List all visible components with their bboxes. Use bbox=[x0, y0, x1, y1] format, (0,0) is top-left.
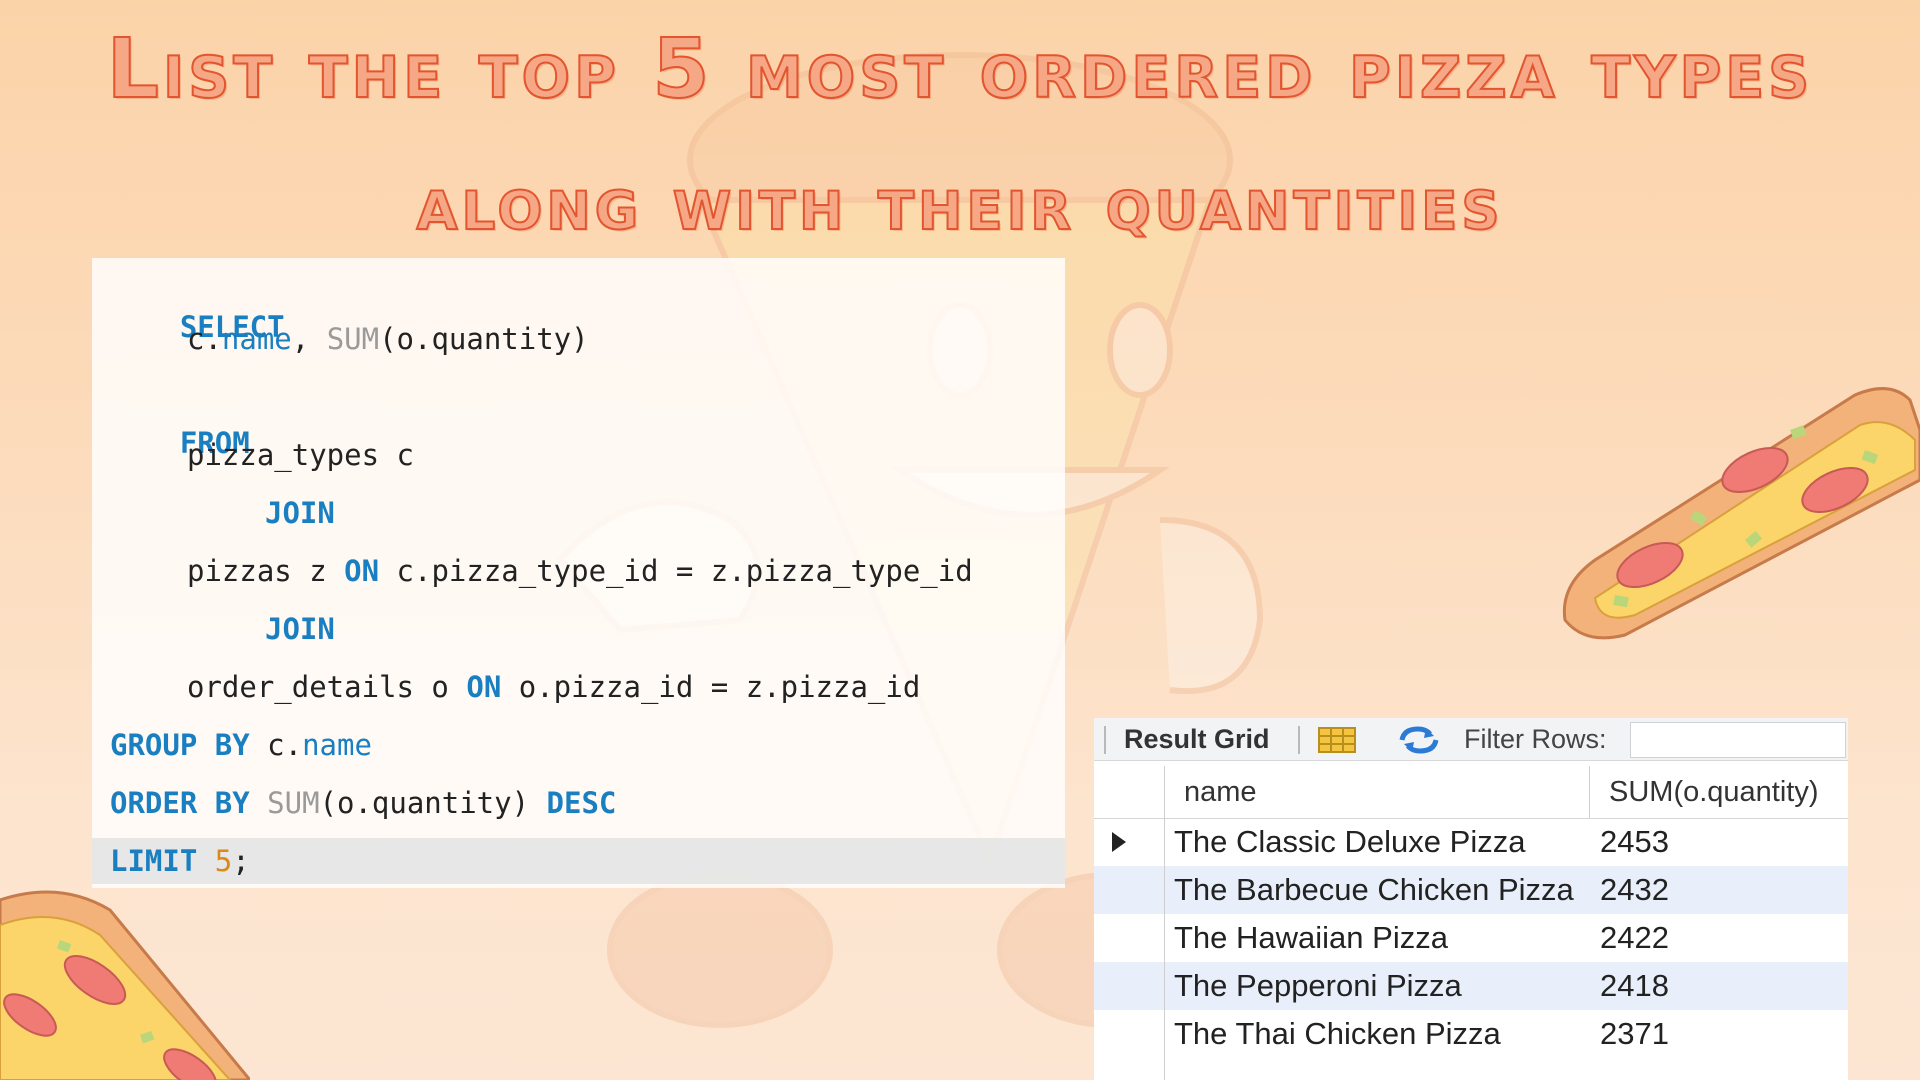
cell-name[interactable]: The Pepperoni Pizza bbox=[1174, 962, 1462, 1010]
code-line-order-by: ORDER BY SUM(o.quantity) DESC bbox=[92, 780, 1065, 826]
keyword-join: JOIN bbox=[265, 496, 335, 530]
code-text: o.pizza_id = z.pizza_id bbox=[501, 670, 921, 704]
cell-name[interactable]: The Barbecue Chicken Pizza bbox=[1174, 866, 1574, 914]
keyword-on: ON bbox=[466, 670, 502, 704]
code-text: c. bbox=[187, 322, 222, 356]
code-text: order_details o bbox=[187, 670, 467, 704]
result-grid-header: name SUM(o.quantity) bbox=[1094, 766, 1848, 819]
grid-icon[interactable] bbox=[1318, 727, 1356, 753]
code-column: name bbox=[302, 728, 372, 762]
keyword-order-by: ORDER BY bbox=[110, 786, 250, 820]
code-line-from: FROM bbox=[92, 374, 1065, 460]
code-line-table: pizza_types c bbox=[92, 432, 1065, 478]
keyword-join: JOIN bbox=[265, 612, 335, 646]
code-line-pizzas: pizzas z ON c.pizza_type_id = z.pizza_ty… bbox=[92, 548, 1065, 594]
code-column: name bbox=[221, 322, 292, 356]
code-number: 5 bbox=[214, 844, 233, 878]
cell-sum[interactable]: 2418 bbox=[1600, 962, 1669, 1010]
toolbar-separator bbox=[1104, 726, 1106, 754]
code-text: (o.quantity) bbox=[379, 322, 589, 356]
toolbar-separator bbox=[1298, 726, 1300, 754]
pizza-slice-icon bbox=[0, 890, 250, 1080]
code-line-columns: c.name, SUM(o.quantity) bbox=[92, 316, 1065, 362]
code-text: c. bbox=[249, 728, 303, 762]
row-header-column bbox=[1094, 766, 1165, 1080]
cell-sum[interactable]: 2432 bbox=[1600, 866, 1669, 914]
cell-sum[interactable]: 2453 bbox=[1600, 818, 1669, 866]
page-title-line-1: List the top 5 most ordered pizza types bbox=[106, 21, 1814, 118]
code-line-group-by: GROUP BY c.name bbox=[92, 722, 1065, 768]
cell-name[interactable]: The Thai Chicken Pizza bbox=[1174, 1010, 1501, 1058]
cell-sum[interactable]: 2422 bbox=[1600, 914, 1669, 962]
code-line-join-2: JOIN bbox=[92, 606, 1065, 652]
column-divider bbox=[1589, 766, 1590, 818]
code-text: , bbox=[291, 322, 327, 356]
keyword-group-by: GROUP BY bbox=[110, 728, 250, 762]
page-title-line-2: along with their quantities bbox=[415, 157, 1504, 248]
sql-code-panel: SELECT c.name, SUM(o.quantity) FROM pizz… bbox=[92, 258, 1065, 888]
code-text: pizzas z bbox=[187, 554, 345, 588]
column-header-name[interactable]: name bbox=[1184, 766, 1257, 818]
filter-rows-input[interactable] bbox=[1630, 722, 1846, 758]
filter-rows-label: Filter Rows: bbox=[1464, 724, 1607, 754]
code-text: (o.quantity) bbox=[319, 786, 547, 820]
result-grid-toolbar: Result Grid Filter Rows: bbox=[1094, 718, 1848, 761]
code-text: pizza_types c bbox=[187, 438, 414, 472]
code-function: SUM bbox=[326, 322, 380, 356]
keyword-limit: LIMIT bbox=[110, 844, 198, 878]
cell-sum[interactable]: 2371 bbox=[1600, 1010, 1669, 1058]
keyword-on: ON bbox=[344, 554, 380, 588]
cell-name[interactable]: The Hawaiian Pizza bbox=[1174, 914, 1448, 962]
cell-name[interactable]: The Classic Deluxe Pizza bbox=[1174, 818, 1525, 866]
result-grid-panel: Result Grid Filter Rows: name SUM(o.quan… bbox=[1094, 718, 1848, 1080]
code-line-join-1: JOIN bbox=[92, 490, 1065, 536]
code-line-select: SELECT bbox=[92, 258, 1065, 344]
table-row[interactable]: The Classic Deluxe Pizza 2453 bbox=[1094, 818, 1848, 866]
code-line-limit: LIMIT 5; bbox=[92, 838, 1065, 884]
table-row[interactable]: The Hawaiian Pizza 2422 bbox=[1094, 914, 1848, 962]
code-line-order-details: order_details o ON o.pizza_id = z.pizza_… bbox=[92, 664, 1065, 710]
refresh-icon[interactable] bbox=[1396, 724, 1442, 756]
code-text: c.pizza_type_id = z.pizza_type_id bbox=[379, 554, 973, 588]
pizza-slice-icon bbox=[1562, 387, 1920, 640]
table-row[interactable]: The Thai Chicken Pizza 2371 bbox=[1094, 1010, 1848, 1058]
code-text: ; bbox=[232, 844, 250, 878]
column-header-sum[interactable]: SUM(o.quantity) bbox=[1609, 766, 1819, 818]
table-row[interactable]: The Pepperoni Pizza 2418 bbox=[1094, 962, 1848, 1010]
table-row[interactable]: The Barbecue Chicken Pizza 2432 bbox=[1094, 866, 1848, 914]
keyword-desc: DESC bbox=[546, 786, 617, 820]
code-function: SUM bbox=[267, 786, 320, 820]
result-grid-tab[interactable]: Result Grid bbox=[1124, 718, 1270, 760]
